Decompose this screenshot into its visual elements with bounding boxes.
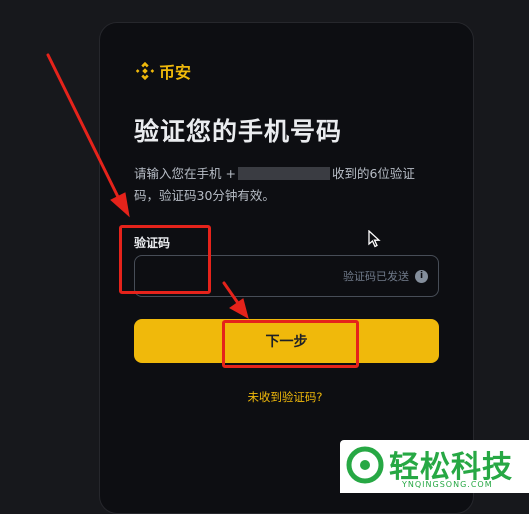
- binance-logo-icon: [135, 61, 155, 81]
- annotation-box-next-button: [222, 320, 359, 368]
- code-sent-hint: 验证码已发送 i: [343, 268, 428, 284]
- brand-name: 币安: [159, 63, 192, 82]
- masked-phone-number: [237, 167, 330, 180]
- watermark-text-en: YNQINGSONG.COM: [402, 480, 493, 489]
- page-title: 验证您的手机号码: [134, 117, 343, 146]
- code-not-received-link[interactable]: 未收到验证码?: [0, 389, 529, 405]
- watermark: 轻松科技 YNQINGSONG.COM: [340, 440, 529, 493]
- brand-logo[interactable]: 币安: [134, 59, 191, 83]
- annotation-box-code-label: [119, 225, 211, 294]
- mouse-cursor-icon: [368, 230, 381, 248]
- instructions-part-1: 请输入您在手机 +: [134, 166, 236, 181]
- watermark-logo-icon: [346, 446, 384, 484]
- instructions-text: 请输入您在手机 + 收到的6位验证码，验证码30分钟有效。: [134, 163, 434, 207]
- info-icon[interactable]: i: [415, 269, 428, 283]
- code-sent-text: 验证码已发送: [343, 270, 409, 283]
